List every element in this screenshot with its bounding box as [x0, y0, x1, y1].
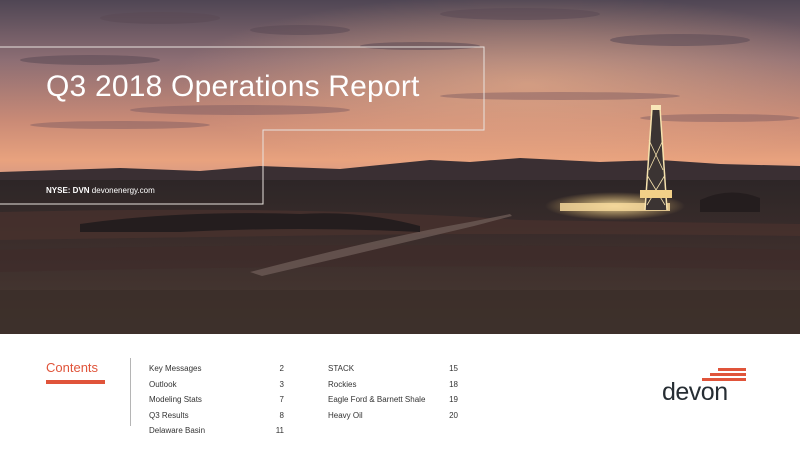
toc-item[interactable]: Key Messages 2: [149, 361, 284, 377]
contents-underline: [46, 380, 105, 384]
toc-item-label: Rockies: [328, 379, 357, 389]
toc-item-page: 2: [279, 364, 284, 374]
toc-item-label: Modeling Stats: [149, 395, 202, 405]
toc-item-page: 20: [449, 410, 458, 420]
toc-item[interactable]: Delaware Basin 11: [149, 423, 284, 439]
toc-item-label: STACK: [328, 364, 355, 374]
devon-logo-text: devon: [662, 378, 728, 406]
contents-divider: [130, 358, 131, 426]
toc-item-label: Outlook: [149, 379, 177, 389]
company-website[interactable]: devonenergy.com: [92, 186, 155, 195]
sunset-landscape-image: [0, 0, 800, 334]
contents-list-right: STACK 15 Rockies 18 Eagle Ford & Barnett S…: [328, 361, 458, 423]
toc-item-label: Key Messages: [149, 364, 202, 374]
toc-item-page: 19: [449, 395, 458, 405]
toc-item-label: Q3 Results: [149, 410, 189, 420]
toc-item-page: 7: [279, 395, 284, 405]
contents-list-left: Key Messages 2 Outlook 3 Modeling Stats 7 Q…: [149, 361, 284, 439]
toc-item-label: Delaware Basin: [149, 426, 206, 436]
toc-item[interactable]: Rockies 18: [328, 377, 458, 393]
stock-ticker: NYSE: DVN: [46, 186, 90, 195]
toc-item-page: 11: [275, 426, 284, 436]
contents-heading: Contents: [46, 360, 99, 375]
hero-photo: Q3 2018 Operations Report NYSE: DVN devo…: [0, 0, 800, 334]
toc-item-page: 3: [279, 379, 284, 389]
toc-item-page: 15: [449, 364, 458, 374]
report-title: Q3 2018 Operations Report: [46, 70, 420, 103]
toc-item[interactable]: STACK 15: [328, 361, 458, 377]
devon-logo: devon: [660, 368, 750, 412]
devon-logo-mark: [718, 368, 746, 371]
slide: Q3 2018 Operations Report NYSE: DVN devo…: [0, 0, 800, 450]
toc-item[interactable]: Modeling Stats 7: [149, 392, 284, 408]
toc-item[interactable]: Heavy Oil 20: [328, 408, 458, 424]
toc-item-label: Eagle Ford & Barnett Shale: [328, 395, 426, 405]
ticker-line: NYSE: DVN devonenergy.com: [46, 186, 155, 195]
toc-item[interactable]: Eagle Ford & Barnett Shale 19: [328, 392, 458, 408]
toc-item[interactable]: Outlook 3: [149, 377, 284, 393]
toc-item-page: 18: [449, 379, 458, 389]
toc-item-label: Heavy Oil: [328, 410, 363, 420]
devon-logo-mark: [710, 373, 746, 376]
toc-item-page: 8: [279, 410, 284, 420]
toc-item[interactable]: Q3 Results 8: [149, 408, 284, 424]
